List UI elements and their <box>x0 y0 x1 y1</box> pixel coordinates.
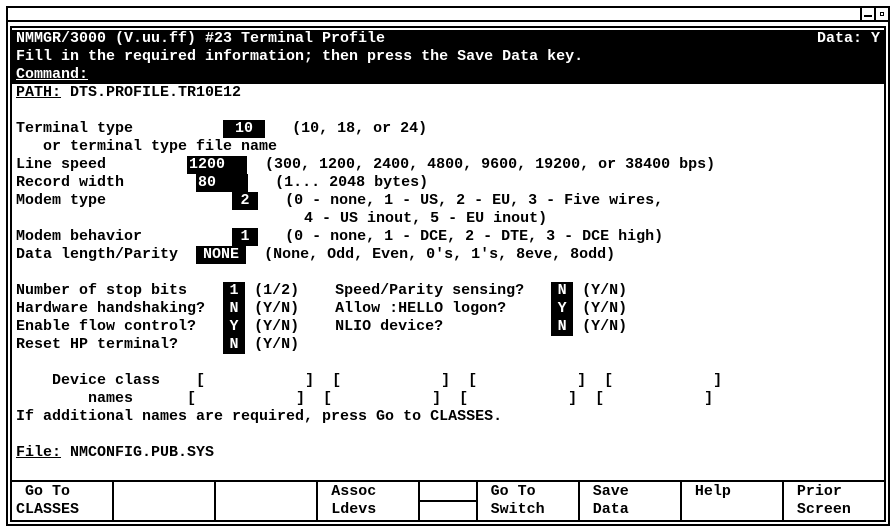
softkey-f5[interactable]: Go To Switch <box>478 482 580 520</box>
instruction-line: Fill in the required information; then p… <box>12 48 884 66</box>
speed-parity-input[interactable]: N <box>551 282 573 300</box>
hw-handshake-hint: (Y/N) <box>254 300 299 317</box>
modem-type-hint1: (0 - none, 1 - US, 2 - EU, 3 - Five wire… <box>285 192 663 209</box>
extra-names-msg: If additional names are required, press … <box>16 408 880 426</box>
flow-control-hint: (Y/N) <box>254 318 299 335</box>
hw-handshake-input[interactable]: N <box>223 300 245 318</box>
hello-logon-hint: (Y/N) <box>582 300 627 317</box>
device-class-label2: names <box>88 390 133 407</box>
modem-behavior-label: Modem behavior <box>16 228 142 245</box>
softkey-gap <box>420 482 477 520</box>
speed-parity-hint: (Y/N) <box>582 282 627 299</box>
record-width-label: Record width <box>16 174 124 191</box>
command-label: Command: <box>16 66 88 84</box>
command-input[interactable] <box>88 66 880 84</box>
reset-hp-input[interactable]: N <box>223 336 245 354</box>
terminal-screen: NMMGR/3000 (V.uu.ff) #23 Terminal Profil… <box>10 26 886 522</box>
data-length-parity-label: Data length/Parity <box>16 246 178 263</box>
softkey-f3[interactable] <box>216 482 318 520</box>
path-label: PATH: <box>16 84 61 101</box>
form-content: Terminal type 10 (10, 18, or 24) or term… <box>12 102 884 444</box>
flow-control-input[interactable]: Y <box>223 318 245 336</box>
file-label: File: <box>16 444 61 461</box>
reset-hp-hint: (Y/N) <box>254 336 299 353</box>
softkey-f8[interactable]: Prior Screen <box>784 482 884 520</box>
softkey-f7[interactable]: Help <box>682 482 784 520</box>
maximize-button[interactable] <box>874 8 888 20</box>
stop-bits-label: Number of stop bits <box>16 282 187 299</box>
hello-logon-input[interactable]: Y <box>551 300 573 318</box>
stop-bits-hint: (1/2) <box>254 282 299 299</box>
window-frame: NMMGR/3000 (V.uu.ff) #23 Terminal Profil… <box>6 6 890 526</box>
command-line[interactable]: Command: <box>12 66 884 84</box>
reset-hp-label: Reset HP terminal? <box>16 336 178 353</box>
record-width-input[interactable]: 80 <box>196 174 248 192</box>
data-length-parity-input[interactable]: NONE <box>196 246 246 264</box>
terminal-file-label: or terminal type file name <box>43 138 277 155</box>
terminal-type-input[interactable]: 10 <box>223 120 265 138</box>
hw-handshake-label: Hardware handshaking? <box>16 300 205 317</box>
softkey-bar: Go ToCLASSES Assoc Ldevs Go To Switch Sa… <box>12 480 884 520</box>
hello-logon-label: Allow :HELLO logon? <box>335 300 506 317</box>
terminal-type-hint: (10, 18, or 24) <box>292 120 427 137</box>
nlio-device-label: NLIO device? <box>335 318 443 335</box>
line-speed-input[interactable]: 1200 <box>187 156 247 174</box>
nlio-device-hint: (Y/N) <box>582 318 627 335</box>
path-value: DTS.PROFILE.TR10E12 <box>70 84 241 101</box>
stop-bits-input[interactable]: 1 <box>223 282 245 300</box>
terminal-type-label: Terminal type <box>16 120 133 137</box>
softkey-f2[interactable] <box>114 482 216 520</box>
minimize-button[interactable] <box>860 8 874 20</box>
data-length-parity-hint: (None, Odd, Even, 0's, 1's, 8eve, 8odd) <box>264 246 615 263</box>
file-value: NMCONFIG.PUB.SYS <box>70 444 214 461</box>
line-speed-hint: (300, 1200, 2400, 4800, 9600, 19200, or … <box>265 156 715 173</box>
modem-type-hint2: 4 - US inout, 5 - EU inout) <box>295 210 547 227</box>
data-flag: Data: Y <box>817 30 880 48</box>
nlio-device-input[interactable]: N <box>551 318 573 336</box>
softkey-f4[interactable]: Assoc Ldevs <box>318 482 420 520</box>
flow-control-label: Enable flow control? <box>16 318 196 335</box>
device-class-label1: Device class <box>52 372 160 389</box>
modem-type-label: Modem type <box>16 192 106 209</box>
screen-title: NMMGR/3000 (V.uu.ff) #23 Terminal Profil… <box>16 30 385 48</box>
speed-parity-label: Speed/Parity sensing? <box>335 282 524 299</box>
path-line: PATH: DTS.PROFILE.TR10E12 <box>12 84 884 102</box>
softkey-f6[interactable]: Save Data <box>580 482 682 520</box>
screen-title-bar: NMMGR/3000 (V.uu.ff) #23 Terminal Profil… <box>12 30 884 48</box>
modem-behavior-hint: (0 - none, 1 - DCE, 2 - DTE, 3 - DCE hig… <box>285 228 663 245</box>
file-line: File: NMCONFIG.PUB.SYS <box>12 444 884 462</box>
window-titlebar <box>8 8 888 22</box>
modem-type-input[interactable]: 2 <box>232 192 258 210</box>
record-width-hint: (1... 2048 bytes) <box>275 174 428 191</box>
modem-behavior-input[interactable]: 1 <box>232 228 258 246</box>
line-speed-label: Line speed <box>16 156 106 173</box>
softkey-f1[interactable]: Go ToCLASSES <box>12 482 114 520</box>
